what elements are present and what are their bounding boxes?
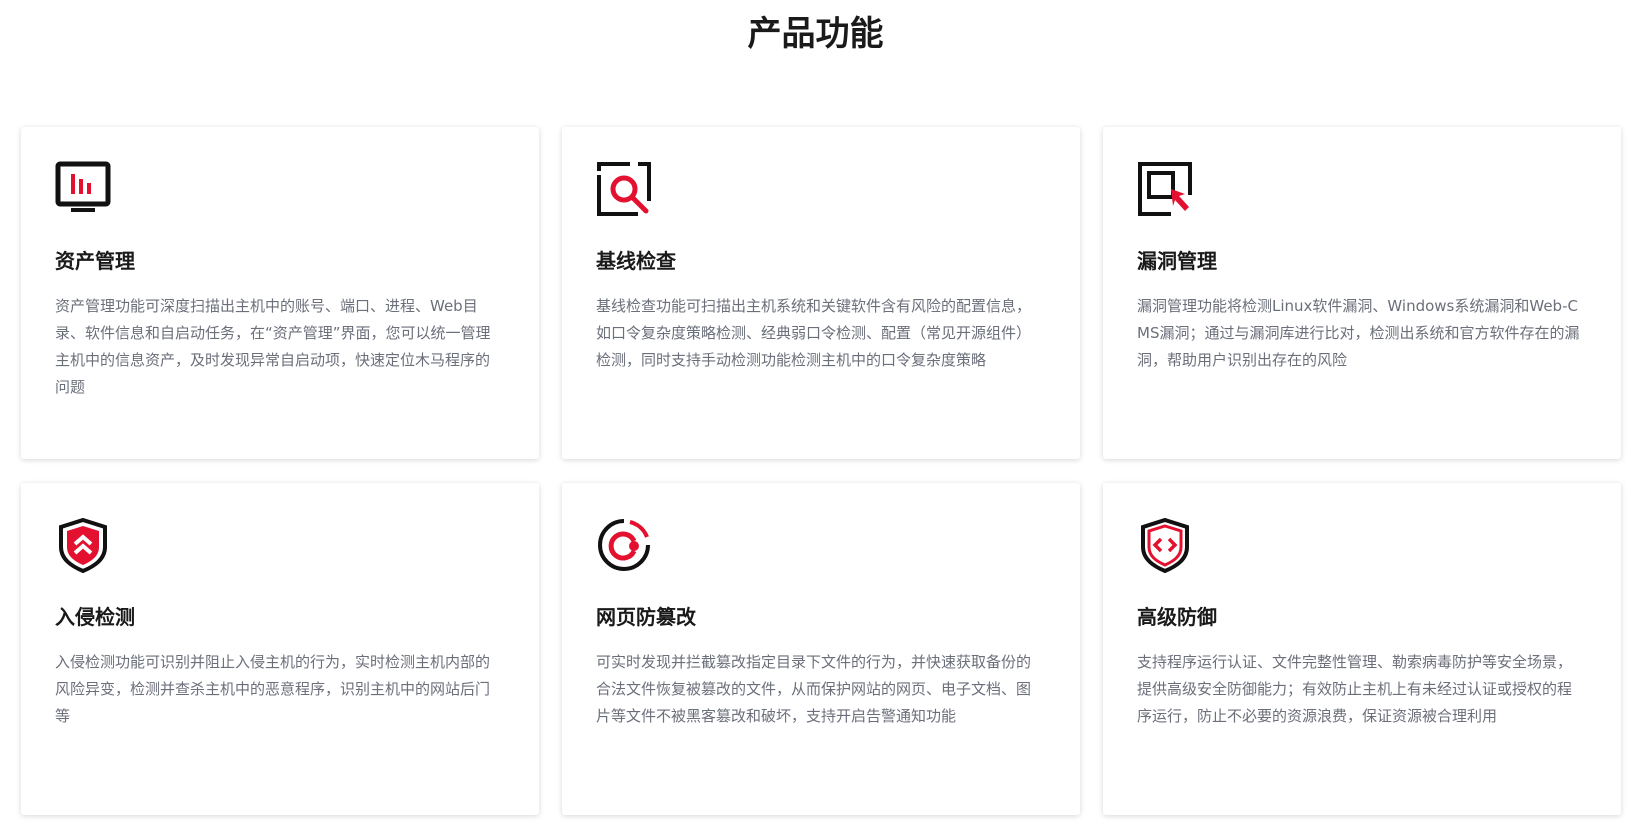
feature-card-asset-management[interactable]: 资产管理 资产管理功能可深度扫描出主机中的账号、端口、进程、Web目录、软件信息… [21,127,539,459]
card-title: 高级防御 [1137,605,1217,629]
magnifier-frame-icon [596,161,652,217]
card-description: 可实时发现并拦截篡改指定目录下文件的行为，并快速获取备份的合法文件恢复被篡改的文… [596,653,1032,725]
feature-card-advanced-defense[interactable]: 高级防御 支持程序运行认证、文件完整性管理、勒索病毒防护等安全场景，提供高级安全… [1103,483,1621,815]
circle-target-icon [596,517,652,573]
feature-card-vulnerability-management[interactable]: 漏洞管理 漏洞管理功能将检测Linux软件漏洞、Windows系统漏洞和Web-… [1103,127,1621,459]
shield-code-icon [1137,517,1193,573]
card-description: 入侵检测功能可识别并阻止入侵主机的行为，实时检测主机内部的风险异变，检测并查杀主… [55,653,491,725]
card-title: 入侵检测 [55,605,135,629]
feature-card-intrusion-detection[interactable]: 入侵检测 入侵检测功能可识别并阻止入侵主机的行为，实时检测主机内部的风险异变，检… [21,483,539,815]
monitor-chart-icon [55,161,111,217]
card-description: 资产管理功能可深度扫描出主机中的账号、端口、进程、Web目录、软件信息和自启动任… [55,297,491,396]
card-description: 基线检查功能可扫描出主机系统和关键软件含有风险的配置信息，如口令复杂度策略检测、… [596,297,1032,369]
product-features-page: 产品功能 资产管理 资产管理功能可深度扫描出主机中的账号、端口、进程、Web目录… [0,0,1631,825]
card-description: 支持程序运行认证、文件完整性管理、勒索病毒防护等安全场景，提供高级安全防御能力；… [1137,653,1573,725]
feature-card-baseline-check[interactable]: 基线检查 基线检查功能可扫描出主机系统和关键软件含有风险的配置信息，如口令复杂度… [562,127,1080,459]
feature-card-webpage-tamper-proof[interactable]: 网页防篡改 可实时发现并拦截篡改指定目录下文件的行为，并快速获取备份的合法文件恢… [562,483,1080,815]
feature-grid: 资产管理 资产管理功能可深度扫描出主机中的账号、端口、进程、Web目录、软件信息… [21,127,1622,815]
frame-cursor-icon [1137,161,1193,217]
card-title: 网页防篡改 [596,605,696,629]
section-title: 产品功能 [747,14,884,54]
card-title: 资产管理 [55,249,135,273]
card-title: 漏洞管理 [1137,249,1217,273]
card-title: 基线检查 [596,249,676,273]
shield-chevron-up-icon [55,517,111,573]
card-description: 漏洞管理功能将检测Linux软件漏洞、Windows系统漏洞和Web-CMS漏洞… [1137,297,1580,369]
